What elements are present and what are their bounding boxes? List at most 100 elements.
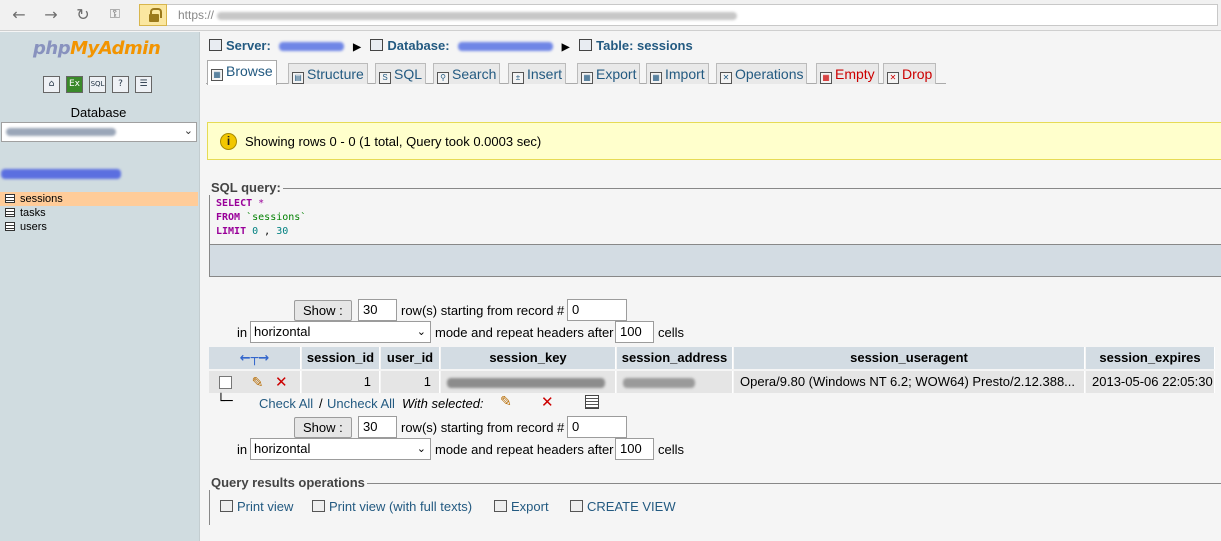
- pencil-icon[interactable]: ✎: [252, 375, 264, 391]
- cell-session-expires[interactable]: 2013-05-06 22:05:30: [1086, 371, 1215, 393]
- show-button[interactable]: Show :: [294, 300, 352, 321]
- rows-starting-label: row(s) starting from record #: [401, 303, 565, 318]
- url-scheme: https://: [178, 8, 215, 22]
- breadcrumb-server[interactable]: Server:: [226, 38, 271, 53]
- rows-input[interactable]: 30: [358, 299, 397, 321]
- header-session-id[interactable]: session_id: [302, 347, 380, 369]
- cell-session-address[interactable]: [617, 371, 733, 393]
- in-label: in: [237, 325, 248, 340]
- table-icon[interactable]: [5, 208, 15, 217]
- tab-insert[interactable]: ± Insert: [508, 63, 567, 84]
- cell-session-id[interactable]: 1: [302, 371, 380, 393]
- table-item-label[interactable]: sessions: [20, 193, 63, 205]
- print-view-full-link[interactable]: Print view (with full texts): [312, 499, 472, 514]
- table-icon[interactable]: [5, 194, 15, 203]
- redacted-url: [217, 11, 738, 20]
- left-icon-bar: ⌂ Ex SQL? ☰: [43, 74, 158, 93]
- cells-label: cells: [658, 325, 685, 340]
- tab-label: Import: [665, 66, 705, 82]
- export-link[interactable]: Export: [494, 499, 549, 514]
- table-item-label[interactable]: tasks: [20, 207, 46, 219]
- display-mode-select[interactable]: horizontal ⌄: [250, 438, 431, 460]
- breadcrumb-table[interactable]: Table: sessions: [596, 38, 693, 53]
- cell-session-key[interactable]: [441, 371, 616, 393]
- print-view-link[interactable]: Print view: [220, 499, 293, 514]
- expand-columns-icon[interactable]: ←┬→: [240, 351, 270, 366]
- column-sort-controls[interactable]: ←┬→: [209, 347, 301, 369]
- current-database-link[interactable]: [1, 165, 121, 180]
- redacted-database-crumb[interactable]: [458, 42, 554, 52]
- key-icon[interactable]: ⚿: [104, 5, 126, 25]
- repeat-headers-input[interactable]: 100: [615, 438, 654, 460]
- sql-icon[interactable]: SQL: [89, 76, 106, 93]
- uncheck-all-link[interactable]: Uncheck All: [327, 396, 395, 412]
- table-item-sessions[interactable]: sessions: [0, 192, 198, 206]
- show-button[interactable]: Show :: [294, 417, 352, 438]
- row-actions: ✎ ✕: [209, 371, 301, 393]
- create-view-link[interactable]: CREATE VIEW: [570, 499, 676, 514]
- sql-line-limit: LIMIT 0 , 30: [216, 225, 306, 239]
- redacted-server-name[interactable]: [279, 42, 345, 52]
- printer-icon: [220, 500, 233, 512]
- arrow-left-icon[interactable]: ←: [8, 5, 30, 25]
- delete-icon[interactable]: ✕: [275, 373, 288, 391]
- bulk-edit-icon[interactable]: ✎: [500, 394, 512, 410]
- bulk-delete-icon[interactable]: ✕: [541, 394, 554, 410]
- database-select[interactable]: ⌄: [1, 122, 197, 142]
- arrow-corner-icon: └─: [217, 394, 233, 409]
- bulk-export-icon[interactable]: [585, 395, 599, 409]
- display-mode-value: horizontal: [254, 441, 311, 456]
- rows-input[interactable]: 30: [358, 416, 397, 438]
- create-view-label: CREATE VIEW: [587, 499, 676, 514]
- reload-icon[interactable]: ↻: [72, 5, 94, 25]
- repeat-headers-input[interactable]: 100: [615, 321, 654, 343]
- logo-php: php: [33, 38, 71, 59]
- table-item-tasks[interactable]: tasks: [0, 206, 198, 220]
- address-bar-url[interactable]: https://: [178, 8, 738, 22]
- operations-legend: Query results operations: [209, 475, 367, 490]
- header-session-useragent[interactable]: session_useragent: [734, 347, 1085, 369]
- tab-export[interactable]: ▦ Export: [577, 63, 641, 84]
- export-label: Export: [511, 499, 549, 514]
- tab-label: Insert: [527, 66, 563, 82]
- sql-table-name: `sessions`: [240, 212, 307, 223]
- home-icon[interactable]: ⌂: [43, 76, 60, 93]
- tab-empty[interactable]: ▦ Empty: [816, 63, 879, 84]
- tab-import[interactable]: ▦ Import: [646, 63, 709, 84]
- tab-structure[interactable]: ▤ Structure: [288, 63, 368, 84]
- tab-label: Search: [452, 66, 497, 82]
- sql-keyword: FROM: [216, 212, 241, 223]
- header-session-key[interactable]: session_key: [441, 347, 616, 369]
- tab-drop[interactable]: ✕ Drop: [883, 63, 937, 84]
- table-item-label[interactable]: users: [20, 221, 47, 233]
- info-icon: i: [220, 133, 237, 150]
- success-notice: i Showing rows 0 - 0 (1 total, Query too…: [207, 122, 1221, 160]
- table-icon[interactable]: [5, 222, 15, 231]
- start-record-input[interactable]: 0: [567, 416, 627, 438]
- breadcrumb-database[interactable]: Database:: [387, 38, 449, 53]
- tab-search[interactable]: ⚲ Search: [433, 63, 501, 84]
- tab-operations[interactable]: ✕ Operations: [716, 63, 808, 84]
- cell-user-id[interactable]: 1: [381, 371, 440, 393]
- tab-browse[interactable]: ▦ Browse: [207, 60, 277, 85]
- check-all-link[interactable]: Check All: [259, 396, 313, 412]
- exit-icon[interactable]: Ex: [66, 76, 83, 93]
- row-checkbox[interactable]: [219, 376, 232, 389]
- check-separator: /: [319, 396, 323, 411]
- display-mode-select[interactable]: horizontal ⌄: [250, 321, 431, 343]
- lock-icon[interactable]: [139, 4, 167, 26]
- display-mode-value: horizontal: [254, 324, 311, 339]
- in-label: in: [237, 442, 248, 457]
- header-session-expires[interactable]: session_expires: [1086, 347, 1215, 369]
- cell-session-useragent[interactable]: Opera/9.80 (Windows NT 6.2; WOW64) Prest…: [734, 371, 1085, 393]
- table-item-users[interactable]: users: [0, 220, 198, 234]
- phpmyadmin-logo[interactable]: phpMyAdmin: [33, 38, 161, 59]
- header-user-id[interactable]: user_id: [381, 347, 440, 369]
- start-record-input[interactable]: 0: [567, 299, 627, 321]
- help-icon[interactable]: ?: [112, 76, 129, 93]
- wrench-icon: ✕: [720, 72, 732, 84]
- header-session-address[interactable]: session_address: [617, 347, 733, 369]
- tab-sql[interactable]: S SQL: [375, 63, 427, 84]
- docs-icon[interactable]: ☰: [135, 76, 152, 93]
- arrow-right-icon[interactable]: →: [40, 5, 62, 25]
